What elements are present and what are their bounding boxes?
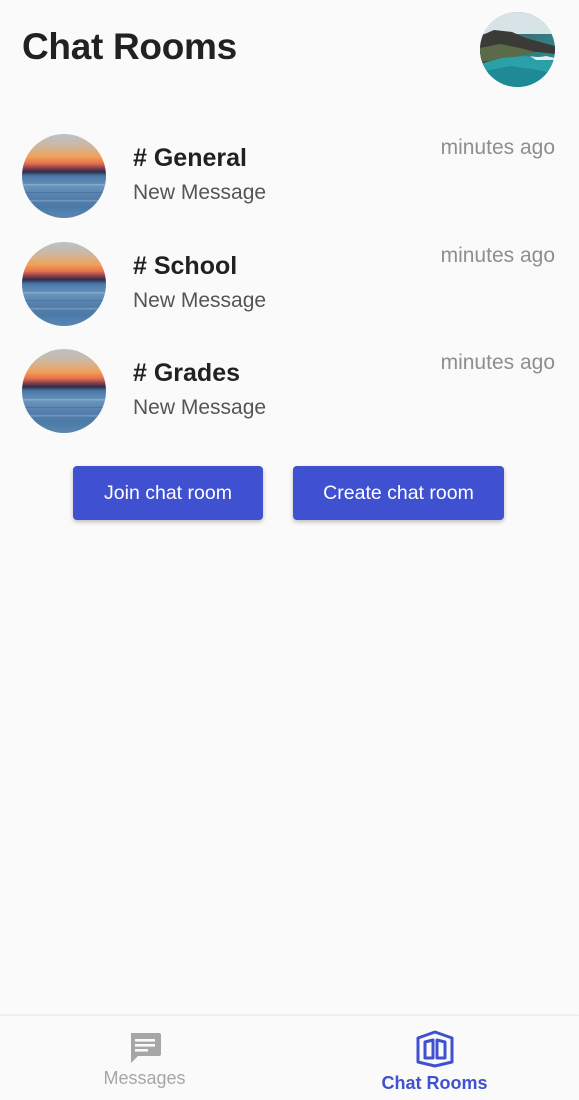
room-timestamp: minutes ago xyxy=(440,351,555,374)
room-last-message: New Message xyxy=(133,288,267,312)
join-chat-room-button[interactable]: Join chat room xyxy=(73,466,263,520)
nav-item-chat-rooms[interactable]: Chat Rooms xyxy=(290,1016,579,1100)
page-title: Chat Rooms xyxy=(22,26,237,67)
room-name: # Grades xyxy=(133,359,241,387)
bottom-navigation: Messages Chat Rooms xyxy=(0,1015,579,1100)
room-row-school[interactable]: # School New Message minutes ago xyxy=(0,238,579,346)
message-icon xyxy=(128,1032,162,1064)
room-row-general[interactable]: # General New Message minutes ago xyxy=(0,130,579,238)
room-avatar xyxy=(22,134,106,218)
room-name: # General xyxy=(133,144,247,172)
room-name: # School xyxy=(133,251,238,280)
room-row-grades[interactable]: # Grades New Message minutes ago xyxy=(0,345,579,453)
room-avatar xyxy=(22,241,106,326)
profile-photo xyxy=(480,12,555,87)
create-chat-room-button[interactable]: Create chat room xyxy=(293,466,504,520)
room-last-message: New Message xyxy=(133,396,267,419)
chat-rooms-icon xyxy=(416,1030,454,1068)
room-avatar xyxy=(22,349,106,433)
header: Chat Rooms xyxy=(0,0,579,100)
nav-label-chat-rooms: Chat Rooms xyxy=(381,1073,488,1093)
room-last-message: New Message xyxy=(133,181,267,204)
room-timestamp: minutes ago xyxy=(440,136,555,159)
room-list: # General New Message minutes ago # Scho… xyxy=(0,130,579,453)
nav-label-messages: Messages xyxy=(103,1068,186,1088)
nav-item-messages[interactable]: Messages xyxy=(0,1016,289,1100)
room-actions: Join chat room Create chat room xyxy=(0,466,579,520)
room-timestamp: minutes ago xyxy=(440,243,555,267)
profile-avatar[interactable] xyxy=(480,12,555,87)
